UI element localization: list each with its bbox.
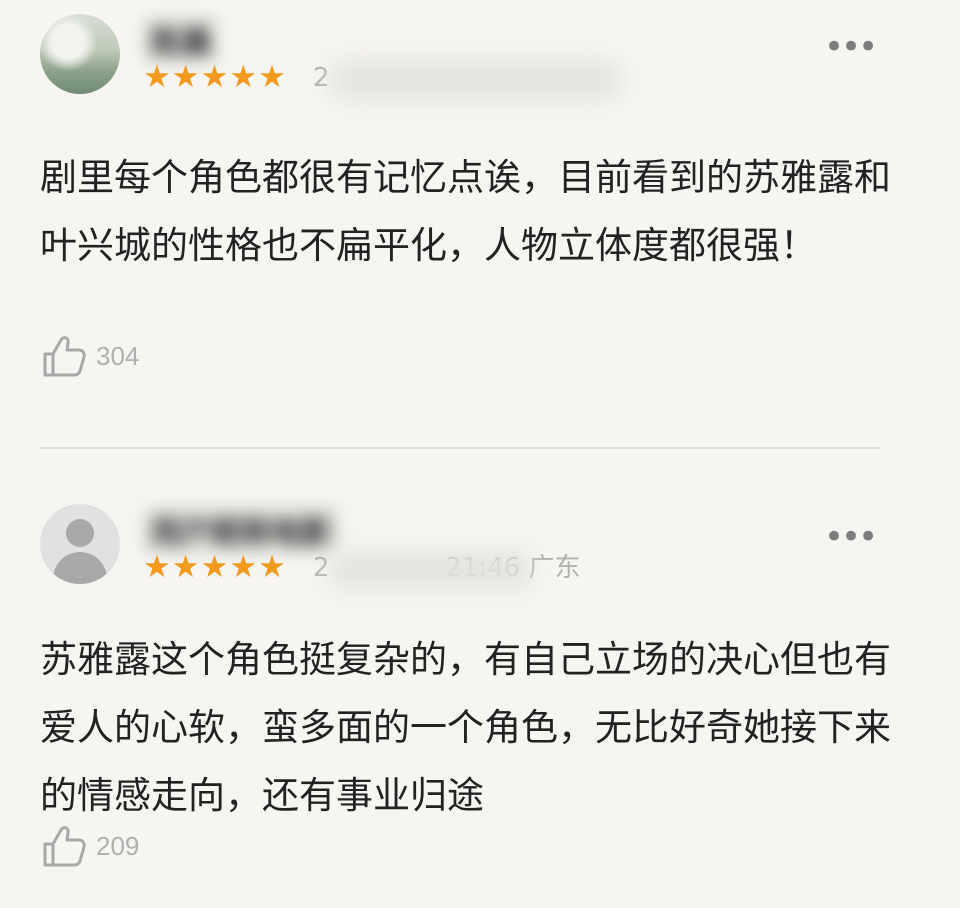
redacted-timestamp — [330, 552, 530, 588]
rating-stars: ★★★★★ — [143, 549, 287, 585]
more-options-icon[interactable]: ••• — [824, 30, 878, 64]
username[interactable]: 陈晨 — [145, 18, 217, 62]
review-text: 剧里每个角色都很有记忆点诶，目前看到的苏雅露和叶兴城的性格也不扁平化，人物立体度… — [40, 156, 891, 267]
redacted-timestamp — [330, 62, 620, 98]
like-button[interactable]: 209 — [40, 822, 139, 870]
review-item: 用户昵称电影 ★★★★★ 2 21:46 广东 ••• 苏雅露这个角色挺复杂的，… — [0, 490, 960, 908]
default-avatar-head — [66, 519, 94, 547]
review-list: 陈晨 ★★★★★ 2 ••• 剧里每个角色都很有记忆点诶，目前看到的苏雅露和叶兴… — [0, 0, 960, 908]
review-text: 苏雅露这个角色挺复杂的，有自己立场的决心但也有爱人的心软，蛮多面的一个角色，无比… — [40, 638, 891, 817]
like-count: 304 — [96, 340, 140, 371]
avatar[interactable] — [40, 504, 120, 584]
thumbs-up-icon — [43, 336, 86, 377]
like-count: 209 — [96, 830, 140, 861]
more-options-icon[interactable]: ••• — [824, 520, 878, 554]
divider — [40, 447, 880, 449]
rating-stars: ★★★★★ — [143, 59, 287, 95]
review-item: 陈晨 ★★★★★ 2 ••• 剧里每个角色都很有记忆点诶，目前看到的苏雅露和叶兴… — [0, 0, 960, 449]
avatar[interactable] — [40, 14, 120, 94]
like-button[interactable]: 304 — [40, 332, 139, 380]
username[interactable]: 用户昵称电影 — [145, 508, 337, 552]
timestamp: 2 — [313, 63, 330, 93]
thumbs-up-icon — [43, 826, 86, 867]
default-avatar-body — [53, 552, 107, 584]
